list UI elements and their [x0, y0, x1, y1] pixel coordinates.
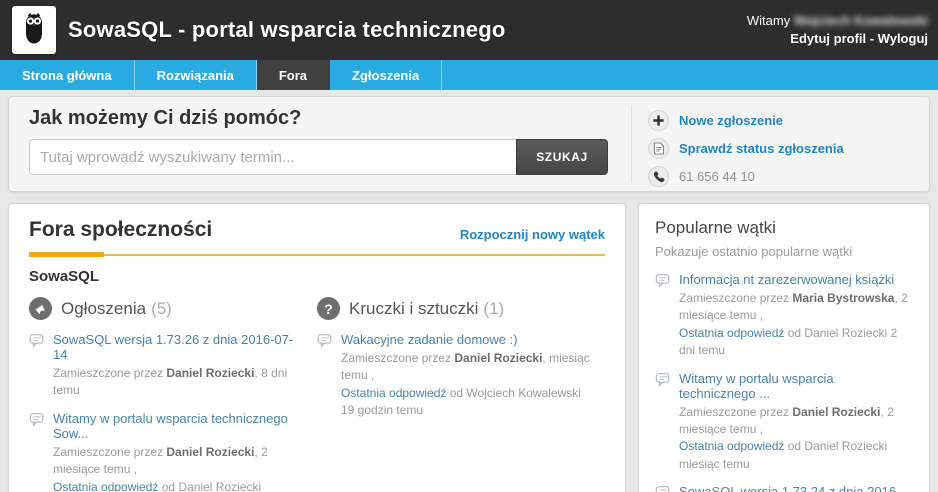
thread-author: Daniel Roziecki: [454, 351, 542, 365]
last-reply-link[interactable]: Ostatnia odpowiedź: [53, 480, 158, 492]
forum-thread-count: (5): [151, 299, 172, 319]
thread-title-link[interactable]: Wakacyjne zadanie domowe :): [341, 332, 591, 347]
popular-thread-item: SowaSQL wersja 1.73.24 z dnia 2016-06-..…: [655, 484, 913, 492]
nav-item-zgloszenia[interactable]: Zgłoszenia: [330, 60, 442, 90]
user-name: Wojciech Kowalewski: [794, 13, 928, 28]
profile-logout-links[interactable]: Edytuj profil - Wyloguj: [747, 30, 928, 48]
popular-thread-item: Informacja nt zarezerwowanej książki Zam…: [655, 272, 913, 360]
section-divider: [29, 252, 605, 257]
forums-title: Fora społeczności: [29, 218, 212, 242]
help-search-card: Jak możemy Ci dziś pomóc? SZUKAJ Nowe zg…: [8, 96, 930, 192]
forum-category-name: SowaSQL: [29, 268, 605, 285]
forum-name-link[interactable]: Kruczki i sztuczki: [349, 299, 478, 319]
thread-bubble-icon: [317, 333, 333, 420]
quick-links: Nowe zgłoszenie Sprawdź status zgłoszeni…: [631, 105, 929, 183]
document-icon: [648, 138, 669, 159]
search-heading: Jak możemy Ci dziś pomóc?: [29, 107, 631, 130]
thread-author: Daniel Roziecki: [166, 445, 254, 459]
thread-bubble-icon: [29, 412, 45, 492]
nav-item-rozwiazania[interactable]: Rozwiązania: [135, 60, 257, 90]
forum-name-link[interactable]: Ogłoszenia: [61, 299, 146, 319]
thread-title-link[interactable]: Witamy w portalu wsparcia technicznego .…: [679, 371, 913, 401]
thread-title-link[interactable]: SowaSQL wersja 1.73.24 z dnia 2016-06-..…: [679, 484, 913, 492]
popular-thread-item: Witamy w portalu wsparcia technicznego .…: [655, 371, 913, 474]
thread-item: Wakacyjne zadanie domowe :) Zamieszczone…: [317, 332, 591, 420]
support-phone-number: 61 656 44 10: [679, 169, 755, 184]
check-status-link[interactable]: Sprawdź status zgłoszenia: [679, 141, 844, 156]
last-reply-link[interactable]: Ostatnia odpowiedź: [341, 386, 446, 400]
thread-author: Maria Bystrowska: [792, 291, 894, 305]
forum-column-kruczki: ? Kruczki i sztuczki (1): [317, 297, 605, 492]
plus-icon: [648, 110, 669, 131]
search-button[interactable]: SZUKAJ: [516, 139, 608, 175]
popular-threads-card: Popularne wątki Pokazuje ostatnio popula…: [638, 203, 930, 492]
thread-bubble-icon: [655, 372, 671, 474]
thread-author: Daniel Roziecki: [166, 366, 254, 380]
thread-title-link[interactable]: Informacja nt zarezerwowanej książki: [679, 272, 913, 287]
new-ticket-link[interactable]: Nowe zgłoszenie: [679, 113, 783, 128]
nav-item-fora[interactable]: Fora: [257, 60, 330, 90]
start-new-thread-link[interactable]: Rozpocznij nowy wątek: [460, 227, 605, 242]
thread-item: Witamy w portalu wsparcia technicznego S…: [29, 411, 303, 492]
thread-author: Daniel Roziecki: [792, 405, 880, 419]
thread-bubble-icon: [655, 485, 671, 492]
thread-bubble-icon: [655, 273, 671, 360]
forum-thread-count: (1): [483, 299, 504, 319]
popular-title: Popularne wątki: [655, 218, 913, 238]
thread-meta: Zamieszczone przez Daniel Roziecki, 2 mi…: [53, 444, 303, 492]
community-forums-card: Fora społeczności Rozpocznij nowy wątek …: [8, 203, 626, 492]
page-title: SowaSQL - portal wsparcia technicznego: [68, 17, 506, 43]
owl-icon: [18, 10, 50, 51]
popular-subtitle: Pokazuje ostatnio popularne wątki: [655, 244, 913, 259]
forum-column-ogloszenia: Ogłoszenia (5) SowaSQL wersja 1: [29, 297, 317, 492]
app-header: SowaSQL - portal wsparcia technicznego W…: [0, 0, 938, 60]
nav-item-strona-glowna[interactable]: Strona główna: [0, 60, 135, 90]
thread-meta: Zamieszczone przez Daniel Roziecki, mies…: [341, 350, 591, 420]
last-reply-link[interactable]: Ostatnia odpowiedź: [679, 326, 784, 340]
search-input[interactable]: [29, 139, 516, 175]
main-nav: Strona główna Rozwiązania Fora Zgłoszeni…: [0, 60, 938, 90]
thread-meta: Zamieszczone przez Daniel Roziecki, 2 mi…: [679, 404, 913, 474]
thread-item: SowaSQL wersja 1.73.26 z dnia 2016-07-14…: [29, 332, 303, 400]
megaphone-icon: [29, 297, 52, 320]
welcome-line: Witamy Wojciech Kowalewski: [747, 12, 928, 30]
phone-icon: [648, 166, 669, 187]
thread-title-link[interactable]: Witamy w portalu wsparcia technicznego S…: [53, 411, 303, 441]
question-icon: ?: [317, 297, 340, 320]
last-reply-link[interactable]: Ostatnia odpowiedź: [679, 439, 784, 453]
thread-bubble-icon: [29, 333, 45, 400]
thread-meta: Zamieszczone przez Maria Bystrowska, 2 m…: [679, 290, 913, 360]
logo: [12, 6, 56, 54]
thread-title-link[interactable]: SowaSQL wersja 1.73.26 z dnia 2016-07-14: [53, 332, 303, 362]
thread-meta: Zamieszczone przez Daniel Roziecki, 8 dn…: [53, 365, 303, 400]
